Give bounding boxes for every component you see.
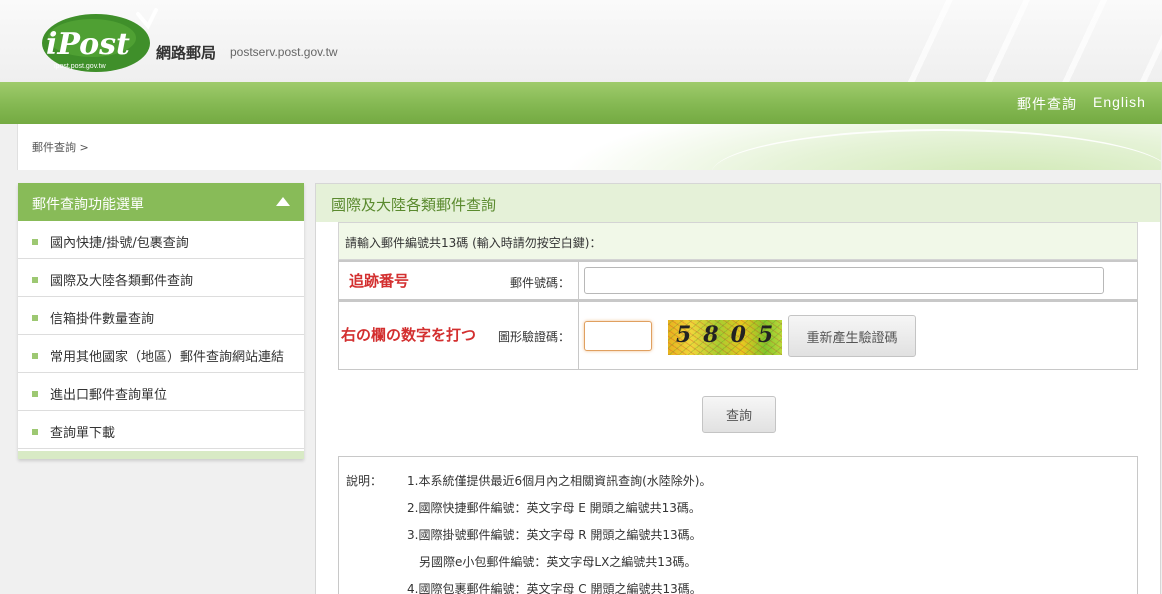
collapse-triangle-icon[interactable] xyxy=(276,197,290,206)
note-line: 3.國際掛號郵件編號：英文字母 R 開頭之編號共13碼。 xyxy=(407,528,702,542)
sidebar-item-download[interactable]: 查詢單下載 xyxy=(18,411,304,449)
sidebar-item-international[interactable]: 國際及大陸各類郵件查詢 xyxy=(18,259,304,297)
captcha-image: 5805 xyxy=(668,320,782,355)
site-header: iPost ipost.post.gov.tw 網路郵局 postserv.po… xyxy=(0,0,1162,82)
breadcrumb[interactable]: 郵件查詢 > xyxy=(32,139,89,155)
notes-box: 說明： 1.本系統僅提供最近6個月內之相關資訊查詢(水陸除外)。 2.國際快捷郵… xyxy=(338,456,1138,594)
tracking-annotation: 追跡番号 xyxy=(349,272,410,290)
tracking-value-cell xyxy=(579,262,1137,299)
sidebar-item-label: 進出口郵件查詢單位 xyxy=(50,388,168,403)
nav-english[interactable]: English xyxy=(1093,94,1146,110)
tracking-number-input[interactable] xyxy=(584,267,1104,294)
site-name: 網路郵局 xyxy=(156,44,217,62)
instruction-text: 請輸入郵件編號共13碼 (輸入時請勿按空白鍵)： xyxy=(345,236,602,250)
sidebar-footer xyxy=(18,451,304,459)
sidebar-item-mailbox-count[interactable]: 信箱掛件數量查詢 xyxy=(18,297,304,335)
tracking-label: 郵件號碼： xyxy=(509,276,570,290)
ipost-logo[interactable]: iPost ipost.post.gov.tw xyxy=(42,8,158,74)
sidebar-item-import-export[interactable]: 進出口郵件查詢單位 xyxy=(18,373,304,411)
sidebar-item-label: 國際及大陸各類郵件查詢 xyxy=(50,274,194,289)
tracking-row: 追跡番号 郵件號碼： xyxy=(338,260,1138,300)
nav-mail-query[interactable]: 郵件查詢 xyxy=(1017,94,1077,114)
tracking-label-cell: 追跡番号 郵件號碼： xyxy=(339,262,579,299)
note-line: 2.國際快捷郵件編號：英文字母 E 開頭之編號共13碼。 xyxy=(407,501,701,515)
breadcrumb-band: 郵件查詢 > xyxy=(17,124,1161,170)
captcha-image-text: 5805 xyxy=(676,322,786,348)
header-decoration xyxy=(902,0,1162,82)
regenerate-captcha-button[interactable]: 重新產生驗證碼 xyxy=(788,315,916,357)
captcha-annotation: 右の欄の数字を打つ xyxy=(341,326,477,344)
sidebar-menu: 郵件查詢功能選單 國內快捷/掛號/包裹查詢 國際及大陸各類郵件查詢 信箱掛件數量… xyxy=(18,183,304,459)
sidebar-item-other-countries[interactable]: 常用其他國家（地區）郵件查詢網站連結 xyxy=(18,335,304,373)
captcha-label: 圖形驗證碼： xyxy=(497,330,570,344)
query-form: 請輸入郵件編號共13碼 (輸入時請勿按空白鍵)： 追跡番号 郵件號碼： 右の欄の… xyxy=(338,222,1138,370)
note-line: 4.國際包裹郵件編號：英文字母 C 開頭之編號共13碼。 xyxy=(407,582,702,594)
bullet-icon xyxy=(32,428,38,435)
sidebar-item-label: 查詢單下載 xyxy=(50,426,116,441)
captcha-label-cell: 右の欄の数字を打つ 圖形驗證碼： xyxy=(339,302,579,369)
bullet-icon xyxy=(32,276,38,283)
note-line: 另國際e小包郵件編號：英文字母LX之編號共13碼。 xyxy=(419,555,697,569)
bullet-icon xyxy=(32,314,38,321)
sidebar-item-label: 信箱掛件數量查詢 xyxy=(50,312,155,327)
note-line: 1.本系統僅提供最近6個月內之相關資訊查詢(水陸除外)。 xyxy=(407,474,712,488)
sidebar-item-label: 常用其他國家（地區）郵件查詢網站連結 xyxy=(50,350,285,365)
page-title: 國際及大陸各類郵件查詢 xyxy=(316,184,1160,222)
sidebar-title: 郵件查詢功能選單 xyxy=(18,183,304,221)
top-nav: 郵件查詢 English xyxy=(0,82,1162,124)
captcha-input[interactable] xyxy=(584,321,652,351)
sidebar-title-text: 郵件查詢功能選單 xyxy=(32,197,144,213)
bullet-icon xyxy=(32,238,38,245)
bullet-icon xyxy=(32,390,38,397)
sidebar-item-domestic[interactable]: 國內快捷/掛號/包裹查詢 xyxy=(18,221,304,259)
logo-subtext: ipost.post.gov.tw xyxy=(54,63,107,70)
captcha-value-cell: 5805 重新產生驗證碼 xyxy=(579,302,1137,369)
captcha-row: 右の欄の数字を打つ 圖形驗證碼： 5805 重新產生驗證碼 xyxy=(338,300,1138,370)
query-button[interactable]: 查詢 xyxy=(702,396,776,433)
notes-label: 說明： xyxy=(346,474,383,488)
instruction-row: 請輸入郵件編號共13碼 (輸入時請勿按空白鍵)： xyxy=(338,222,1138,260)
bullet-icon xyxy=(32,352,38,359)
main-panel: 國際及大陸各類郵件查詢 請輸入郵件編號共13碼 (輸入時請勿按空白鍵)： 追跡番… xyxy=(315,183,1161,594)
logo-text: iPost xyxy=(46,27,130,62)
site-domain: postserv.post.gov.tw xyxy=(230,45,338,59)
sidebar-item-label: 國內快捷/掛號/包裹查詢 xyxy=(50,236,189,251)
